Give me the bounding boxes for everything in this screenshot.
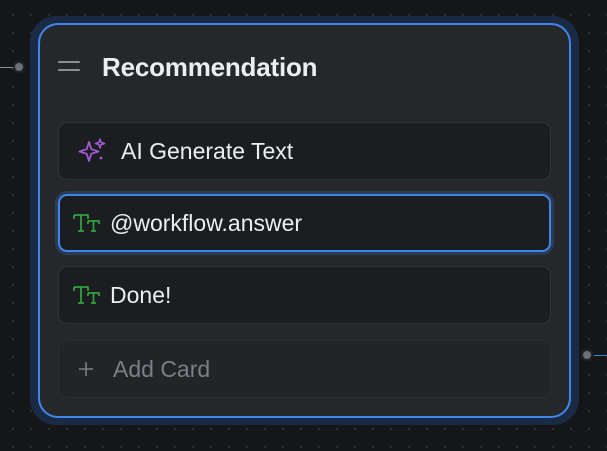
outgoing-connection-line [594,355,607,356]
text-format-icon [73,286,100,304]
add-card-button[interactable]: Add Card [58,340,551,398]
incoming-connection-line [0,67,14,68]
node-header: Recommendation [40,25,569,115]
output-port[interactable] [581,349,593,361]
card-label: Done! [110,281,172,308]
recommendation-node[interactable]: Recommendation AI Generate Text @workflo… [38,23,571,418]
card-ai-generate-text[interactable]: AI Generate Text [58,122,551,180]
text-format-icon [73,214,100,232]
card-done[interactable]: Done! [58,266,551,324]
drag-handle-icon[interactable] [58,61,80,71]
plus-icon [79,362,93,376]
card-workflow-answer[interactable]: @workflow.answer [58,194,551,252]
sparkle-icon [78,138,106,162]
input-port[interactable] [13,61,25,73]
node-title: Recommendation [102,52,318,82]
add-card-label: Add Card [113,355,211,382]
card-label: AI Generate Text [121,137,294,164]
card-label: @workflow.answer [110,209,303,236]
